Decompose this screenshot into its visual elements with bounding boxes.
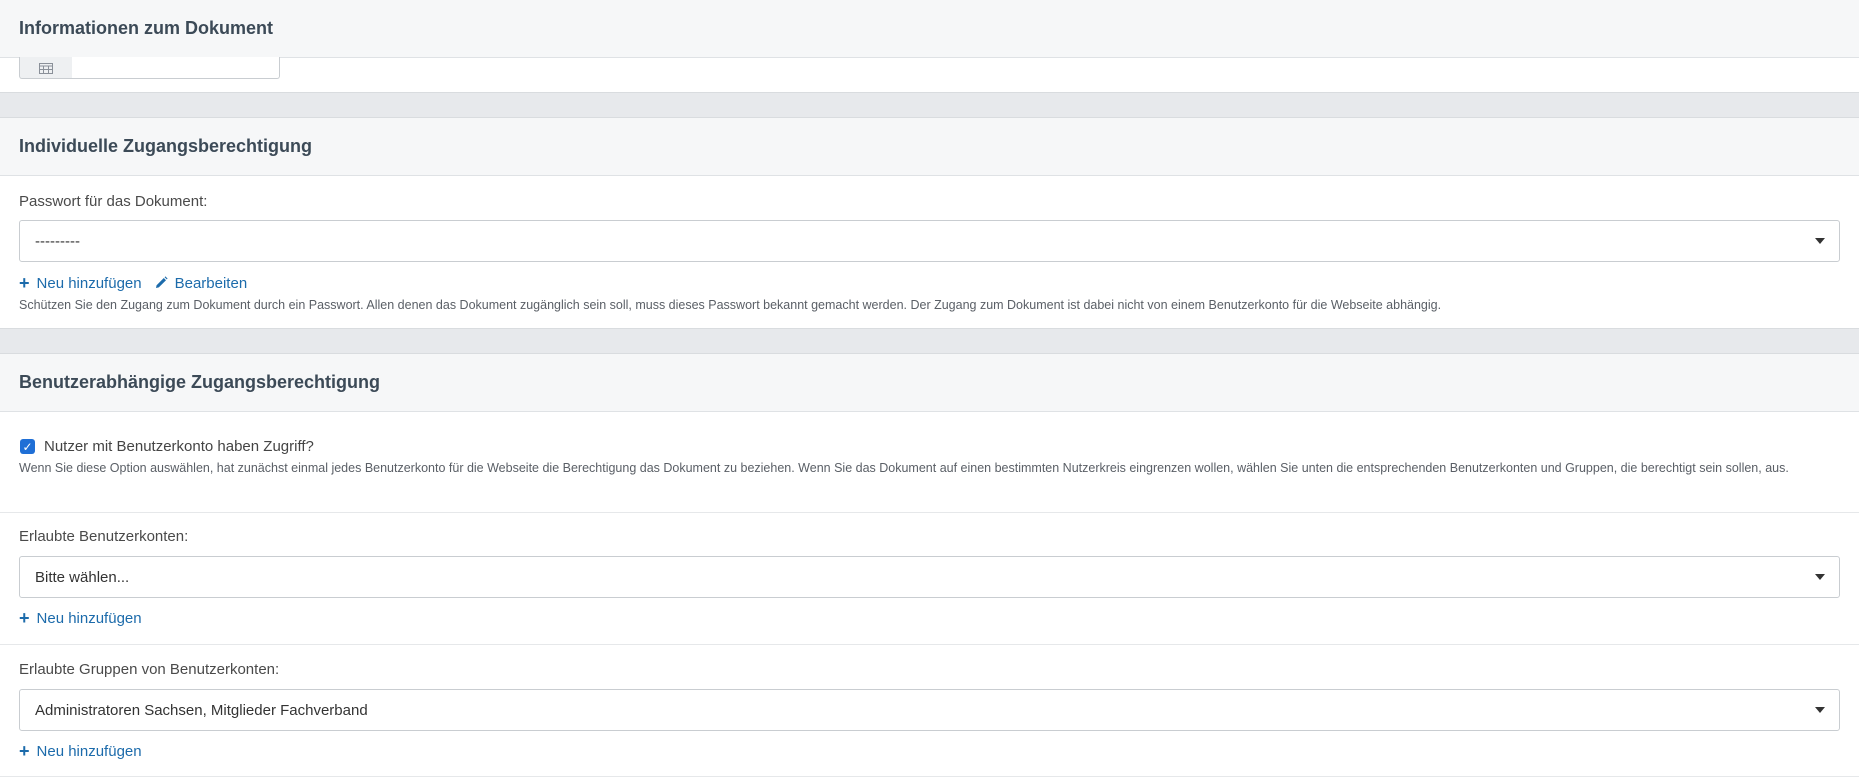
section-gap bbox=[0, 328, 1859, 354]
calendar-icon bbox=[39, 62, 53, 74]
groups-actions: + Neu hinzufügen bbox=[19, 741, 142, 761]
panel-heading-user-access: Benutzerabhängige Zugangsberechtigung bbox=[0, 354, 1859, 412]
pencil-icon bbox=[155, 276, 168, 288]
chevron-down-icon bbox=[1815, 574, 1825, 580]
divider bbox=[0, 776, 1859, 777]
edit-password-link[interactable]: Bearbeiten bbox=[154, 274, 248, 292]
add-account-link[interactable]: + Neu hinzufügen bbox=[19, 609, 142, 627]
user-access-checkbox-label[interactable]: Nutzer mit Benutzerkonto haben Zugriff? bbox=[44, 438, 314, 455]
chevron-down-icon bbox=[1815, 707, 1825, 713]
user-access-checkbox[interactable]: ✓ bbox=[20, 439, 35, 454]
accounts-select[interactable]: Bitte wählen... bbox=[19, 556, 1840, 598]
password-help-text: Schützen Sie den Zugang zum Dokument dur… bbox=[19, 298, 1442, 312]
panel-heading-document-info: Informationen zum Dokument bbox=[0, 0, 1859, 58]
page: Informationen zum Dokument Individuelle … bbox=[0, 0, 1859, 778]
accounts-label: Erlaubte Benutzerkonten: bbox=[19, 528, 189, 545]
groups-select[interactable]: Administratoren Sachsen, Mitglieder Fach… bbox=[19, 689, 1840, 731]
password-label: Passwort für das Dokument: bbox=[19, 193, 208, 210]
panel-heading-individual-access: Individuelle Zugangsberechtigung bbox=[0, 118, 1859, 176]
plus-icon: + bbox=[19, 741, 30, 761]
checkmark-icon: ✓ bbox=[22, 439, 33, 454]
accounts-select-value: Bitte wählen... bbox=[35, 568, 130, 586]
plus-icon: + bbox=[19, 608, 30, 628]
edit-password-label: Bearbeiten bbox=[174, 274, 248, 292]
add-group-label: Neu hinzufügen bbox=[36, 742, 142, 760]
groups-label: Erlaubte Gruppen von Benutzerkonten: bbox=[19, 661, 280, 678]
password-actions: + Neu hinzufügen Bearbeiten bbox=[19, 273, 247, 293]
panel-individual-access: Individuelle Zugangsberechtigung Passwor… bbox=[0, 118, 1859, 328]
accounts-actions: + Neu hinzufügen bbox=[19, 608, 142, 628]
panel-document-info: Informationen zum Dokument bbox=[0, 0, 1859, 92]
plus-icon: + bbox=[19, 273, 30, 293]
divider bbox=[0, 512, 1859, 513]
calendar-button[interactable] bbox=[19, 57, 73, 79]
password-select[interactable]: --------- bbox=[19, 220, 1840, 262]
chevron-down-icon bbox=[1815, 238, 1825, 244]
add-account-label: Neu hinzufügen bbox=[36, 609, 142, 627]
groups-select-value: Administratoren Sachsen, Mitglieder Fach… bbox=[35, 701, 368, 719]
add-password-label: Neu hinzufügen bbox=[36, 274, 142, 292]
add-group-link[interactable]: + Neu hinzufügen bbox=[19, 742, 142, 760]
user-access-help-text: Wenn Sie diese Option auswählen, hat zun… bbox=[19, 461, 1789, 475]
password-select-value: --------- bbox=[35, 232, 80, 250]
section-gap bbox=[0, 92, 1859, 118]
date-input[interactable] bbox=[72, 57, 280, 79]
panel-user-access: Benutzerabhängige Zugangsberechtigung ✓ … bbox=[0, 354, 1859, 778]
divider bbox=[0, 644, 1859, 645]
add-password-link[interactable]: + Neu hinzufügen bbox=[19, 274, 142, 292]
